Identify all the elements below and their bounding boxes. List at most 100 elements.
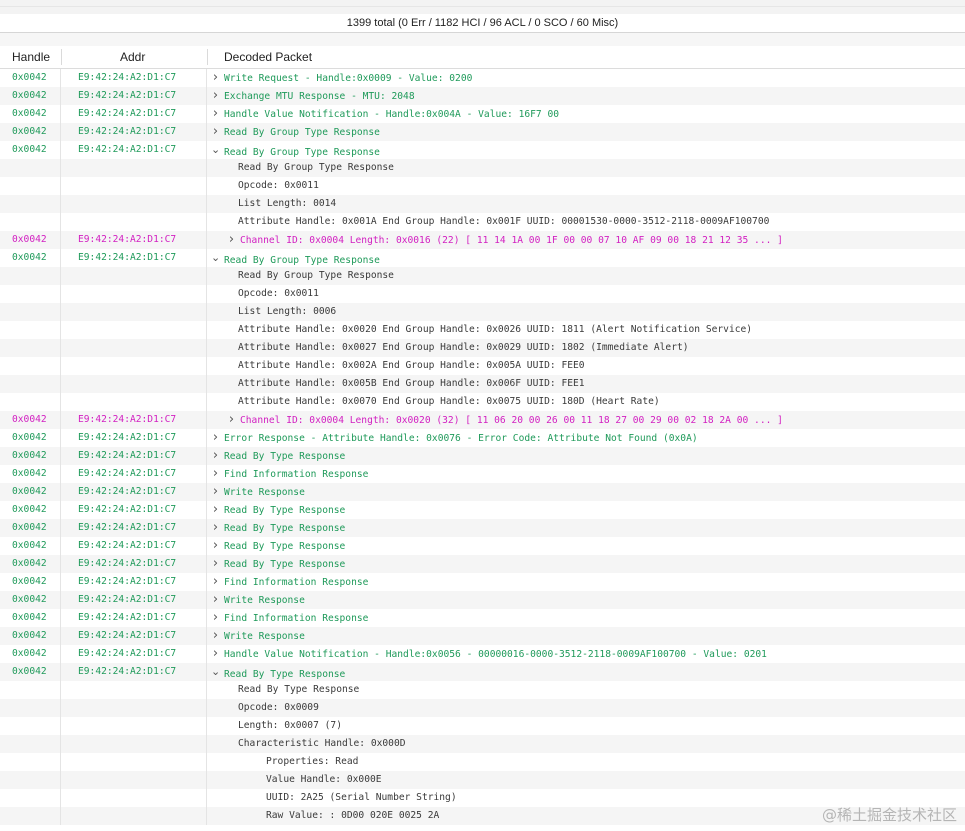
packet-row[interactable]: 0x0042 E9:42:24:A2:D1:C7 › Write Response [0,483,965,501]
packet-row[interactable]: 0x0042 E9:42:24:A2:D1:C7 › Error Response -… [0,429,965,447]
handle-cell [0,357,61,375]
packet-row[interactable]: 0x0042 E9:42:24:A2:D1:C7 › Read By Group Ty… [0,123,965,141]
disclosure-collapsed-icon[interactable]: › [227,231,236,249]
disclosure-collapsed-icon[interactable]: › [211,645,220,663]
addr-cell: E9:42:24:A2:D1:C7 [61,645,207,663]
packet-detail-row[interactable]: List Length: 0014 [0,195,965,213]
packet-detail-row[interactable]: Length: 0x0007 (7) [0,717,965,735]
packet-detail-row[interactable]: List Length: 0006 [0,303,965,321]
packet-detail-row[interactable]: UUID: 2A25 (Serial Number String) [0,789,965,807]
column-header-decoded-packet[interactable]: Decoded Packet [224,46,312,68]
packet-detail-row[interactable]: Opcode: 0x0011 [0,177,965,195]
handle-cell: 0x0042 [0,429,61,447]
addr-cell: E9:42:24:A2:D1:C7 [61,483,207,501]
disclosure-collapsed-icon[interactable]: › [211,429,220,447]
decoded-packet-cell: › Find Information Response [207,609,965,627]
packet-row[interactable]: 0x0042 E9:42:24:A2:D1:C7 › Find Information… [0,465,965,483]
packet-row[interactable]: 0x0042 E9:42:24:A2:D1:C7 › Channel ID: 0x00… [0,411,965,429]
packet-row[interactable]: 0x0042 E9:42:24:A2:D1:C7 ⌄ Read By Group Ty… [0,249,965,267]
disclosure-collapsed-icon[interactable]: › [211,483,220,501]
packet-detail-row[interactable]: Characteristic Handle: 0x000D [0,735,965,753]
disclosure-collapsed-icon[interactable]: › [211,447,220,465]
packet-text: List Length: 0014 [238,198,337,209]
packet-row[interactable]: 0x0042 E9:42:24:A2:D1:C7 › Find Information… [0,609,965,627]
handle-cell [0,789,61,807]
packet-detail-row[interactable]: Attribute Handle: 0x002A End Group Handl… [0,357,965,375]
handle-cell [0,339,61,357]
decoded-packet-cell: › Find Information Response [207,465,965,483]
addr-cell [61,357,207,375]
disclosure-expanded-icon[interactable]: ⌄ [211,663,220,681]
packet-detail-row[interactable]: Attribute Handle: 0x005B End Group Handl… [0,375,965,393]
column-divider[interactable] [207,49,208,65]
packet-row[interactable]: 0x0042 E9:42:24:A2:D1:C7 › Read By Type Res… [0,501,965,519]
decoded-packet-cell: Value Handle: 0x000E [207,771,965,789]
disclosure-collapsed-icon[interactable]: › [211,69,220,87]
decoded-packet-cell: › Write Response [207,627,965,645]
packet-detail-row[interactable]: Value Handle: 0x000E [0,771,965,789]
disclosure-collapsed-icon[interactable]: › [211,123,220,141]
packet-detail-row[interactable]: Opcode: 0x0011 [0,285,965,303]
handle-cell [0,735,61,753]
packet-text: Attribute Handle: 0x005B End Group Handl… [238,378,585,389]
packet-row[interactable]: 0x0042 E9:42:24:A2:D1:C7 › Handle Value Not… [0,105,965,123]
packet-row[interactable]: 0x0042 E9:42:24:A2:D1:C7 › Read By Type Res… [0,447,965,465]
disclosure-collapsed-icon[interactable]: › [211,105,220,123]
packet-row[interactable]: 0x0042 E9:42:24:A2:D1:C7 › Read By Type Res… [0,519,965,537]
packet-detail-row[interactable]: Read By Group Type Response [0,159,965,177]
disclosure-collapsed-icon[interactable]: › [211,591,220,609]
disclosure-collapsed-icon[interactable]: › [211,501,220,519]
packet-detail-row[interactable]: Opcode: 0x0009 [0,699,965,717]
packet-row[interactable]: 0x0042 E9:42:24:A2:D1:C7 › Write Request - … [0,69,965,87]
column-header-addr[interactable]: Addr [120,46,145,68]
addr-cell: E9:42:24:A2:D1:C7 [61,663,207,681]
packet-text: Read By Type Response [224,669,346,680]
disclosure-collapsed-icon[interactable]: › [211,609,220,627]
handle-cell: 0x0042 [0,123,61,141]
addr-cell [61,735,207,753]
decoded-packet-cell: › Read By Group Type Response [207,123,965,141]
disclosure-expanded-icon[interactable]: ⌄ [211,141,220,159]
packet-detail-row[interactable]: Raw Value: : 0D00 020E 0025 2A [0,807,965,825]
handle-cell: 0x0042 [0,555,61,573]
packet-row[interactable]: 0x0042 E9:42:24:A2:D1:C7 › Read By Type Res… [0,555,965,573]
decoded-packet-cell: Read By Group Type Response [207,267,965,285]
disclosure-collapsed-icon[interactable]: › [211,627,220,645]
packet-row[interactable]: 0x0042 E9:42:24:A2:D1:C7 › Read By Type Res… [0,537,965,555]
packet-row[interactable]: 0x0042 E9:42:24:A2:D1:C7 ⌄ Read By Group Ty… [0,141,965,159]
disclosure-collapsed-icon[interactable]: › [211,87,220,105]
handle-cell: 0x0042 [0,573,61,591]
packet-detail-row[interactable]: Attribute Handle: 0x0070 End Group Handl… [0,393,965,411]
disclosure-collapsed-icon[interactable]: › [211,555,220,573]
handle-cell [0,213,61,231]
header-spacer [0,33,965,47]
disclosure-collapsed-icon[interactable]: › [211,465,220,483]
disclosure-collapsed-icon[interactable]: › [211,519,220,537]
column-divider[interactable] [61,49,62,65]
packet-row[interactable]: 0x0042 E9:42:24:A2:D1:C7 › Channel ID: 0x00… [0,231,965,249]
disclosure-collapsed-icon[interactable]: › [211,573,220,591]
packet-row[interactable]: 0x0042 E9:42:24:A2:D1:C7 › Exchange MTU Res… [0,87,965,105]
packet-row[interactable]: 0x0042 E9:42:24:A2:D1:C7 › Write Response [0,591,965,609]
packet-detail-row[interactable]: Attribute Handle: 0x0027 End Group Handl… [0,339,965,357]
addr-cell [61,195,207,213]
packet-detail-row[interactable]: Read By Type Response [0,681,965,699]
decoded-packet-cell: Characteristic Handle: 0x000D [207,735,965,753]
packet-text: Length: 0x0007 (7) [238,720,342,731]
packet-row[interactable]: 0x0042 E9:42:24:A2:D1:C7 › Write Response [0,627,965,645]
handle-cell [0,177,61,195]
packet-detail-row[interactable]: Properties: Read [0,753,965,771]
packet-detail-row[interactable]: Attribute Handle: 0x0020 End Group Handl… [0,321,965,339]
packet-detail-row[interactable]: Attribute Handle: 0x001A End Group Handl… [0,213,965,231]
disclosure-collapsed-icon[interactable]: › [227,411,236,429]
decoded-packet-cell: Length: 0x0007 (7) [207,717,965,735]
packet-detail-row[interactable]: Read By Group Type Response [0,267,965,285]
column-header-handle[interactable]: Handle [12,46,50,68]
packet-row[interactable]: 0x0042 E9:42:24:A2:D1:C7 › Handle Value Not… [0,645,965,663]
packet-row[interactable]: 0x0042 E9:42:24:A2:D1:C7 › Find Information… [0,573,965,591]
disclosure-collapsed-icon[interactable]: › [211,537,220,555]
decoded-packet-cell: › Channel ID: 0x0004 Length: 0x0020 (32) … [207,411,965,429]
watermark: @稀土掘金技术社区 [821,806,957,824]
packet-row[interactable]: 0x0042 E9:42:24:A2:D1:C7 ⌄ Read By Type Res… [0,663,965,681]
disclosure-expanded-icon[interactable]: ⌄ [211,249,220,267]
